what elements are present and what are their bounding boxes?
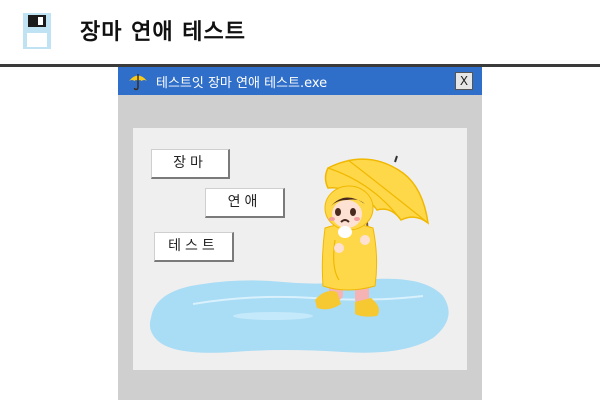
app-window: 테스트잇 장마 연애 테스트.exe X 장마 연애 테스트 <box>118 67 482 400</box>
window-title: 테스트잇 장마 연애 테스트.exe <box>156 76 328 91</box>
page-header: 장마 연애 테스트 <box>0 0 600 64</box>
yeonae-button[interactable]: 연애 <box>205 188 285 218</box>
test-button[interactable]: 테스트 <box>154 232 234 262</box>
window-titlebar[interactable]: 테스트잇 장마 연애 테스트.exe X <box>118 67 482 95</box>
close-button[interactable]: X <box>455 72 473 90</box>
umbrella-icon <box>129 74 147 91</box>
jangma-button[interactable]: 장마 <box>151 149 230 179</box>
page-title: 장마 연애 테스트 <box>80 20 246 45</box>
floppy-disk-icon <box>23 13 51 49</box>
content-panel: 장마 연애 테스트 <box>133 128 467 370</box>
